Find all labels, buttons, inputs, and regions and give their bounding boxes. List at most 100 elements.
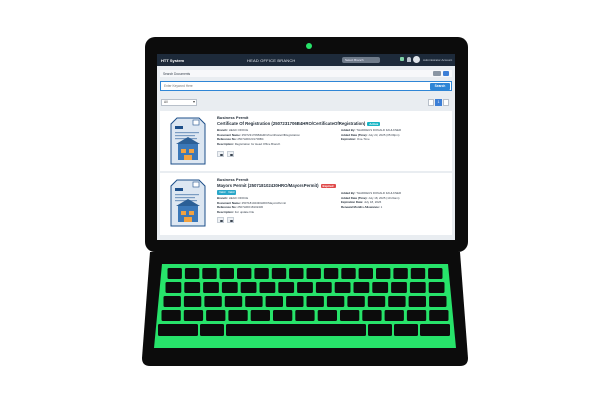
document-meta-left: Branch: HEAD OFFICE Document Name: 25072… <box>217 128 300 146</box>
branch-title: HEAD OFFICE BRANCH <box>247 57 296 63</box>
document-card: Business Permit Certificate Of Registrat… <box>160 111 452 171</box>
keyboard-key <box>306 296 324 307</box>
keyboard-key <box>295 310 315 321</box>
keyboard-key <box>409 282 426 293</box>
meta-row: Description: Registration for Head Offic… <box>217 142 300 147</box>
page-title: Search Documents <box>163 71 191 76</box>
meta-label: Expiration: <box>341 137 357 141</box>
filter-select[interactable]: All ▾ <box>161 99 197 106</box>
keyboard-key <box>367 296 386 307</box>
keyboard-key <box>224 296 243 307</box>
meta-label: Document Name: <box>217 200 241 205</box>
keyboard-key <box>410 268 426 279</box>
document-thumbnail[interactable] <box>165 178 211 230</box>
meta-value: 2507231706B4HRO/CertificateOfRegistratio… <box>241 132 300 137</box>
laptop-keyboard-icon <box>142 252 468 366</box>
app-logo[interactable]: HTT System <box>161 58 184 63</box>
meta-row: Expiration: One-Time <box>341 137 401 142</box>
keyboard-key <box>250 310 270 321</box>
document-category: Business Permit <box>217 177 249 182</box>
keyboard-key <box>240 282 257 293</box>
search-input[interactable] <box>164 84 404 88</box>
avatar[interactable] <box>413 56 420 63</box>
status-badge: Expired <box>320 183 336 189</box>
keyboard-key <box>206 310 226 321</box>
download-icon <box>229 219 233 222</box>
keyboard-key <box>163 296 181 307</box>
document-title[interactable]: Mayors Permit (250718102430HRO/MayorsPer… <box>217 183 336 189</box>
document-title-text: Mayors Permit (250718102430HRO/MayorsPer… <box>217 183 319 188</box>
meta-label: Reference No: <box>217 205 237 209</box>
download-button[interactable] <box>227 217 234 223</box>
keyboard-key <box>237 268 252 279</box>
keyboard-key <box>393 268 408 279</box>
keyboard-key <box>183 310 204 321</box>
keyboard-key <box>406 310 427 321</box>
search-documents-bar: Search Documents <box>160 70 452 77</box>
keyboard-key <box>428 282 445 293</box>
keyboard-key <box>200 324 224 336</box>
keyboard-key <box>353 282 370 293</box>
meta-label: Added Date (Time): <box>341 132 368 137</box>
keyboard-key <box>289 268 304 279</box>
view-button[interactable] <box>217 217 224 223</box>
list-icon[interactable] <box>443 71 449 76</box>
pager-next-button[interactable] <box>443 99 449 106</box>
view-button[interactable] <box>217 151 224 157</box>
keyboard-key <box>317 310 337 321</box>
keyboard-key <box>259 282 276 293</box>
bell-icon[interactable] <box>407 57 411 62</box>
meta-value: THADDEUS DONALD FAULKNER <box>356 128 402 132</box>
document-title[interactable]: Certificate Of Registration (2507231706B… <box>217 121 381 127</box>
keyboard-key <box>228 310 248 321</box>
branch-select[interactable]: Select Branch <box>342 57 380 63</box>
document-thumbnail[interactable] <box>165 116 211 168</box>
meta-label: Branch: <box>217 128 228 132</box>
document-card: Business Permit Mayors Permit (250718102… <box>160 173 452 235</box>
keyboard-key <box>165 282 182 293</box>
keyboard-key <box>341 268 356 279</box>
chevron-down-icon: ▾ <box>192 99 195 104</box>
keyboard-key <box>167 268 182 279</box>
document-meta-left: Branch: HEAD OFFICE Document Name: 25071… <box>217 196 286 214</box>
keyboard-key <box>271 268 287 279</box>
status-badge: Active <box>367 121 381 127</box>
keyboard-key <box>158 324 198 336</box>
meta-value: 2507HRO231706B4 <box>237 137 264 141</box>
keyboard-key <box>204 296 222 307</box>
keyboard-key <box>420 324 450 336</box>
validity-chip: Valid <box>226 190 237 195</box>
pager-current-page[interactable]: 1 <box>435 99 442 106</box>
meta-label: Added By: <box>341 191 356 195</box>
keyboard-key <box>183 296 202 307</box>
meta-label: Description: <box>217 209 234 214</box>
keyboard-key <box>334 282 351 293</box>
grid-icon[interactable] <box>433 71 441 76</box>
keyboard-key <box>394 324 418 336</box>
meta-value: 250718102430HRO/MayorsPermit <box>241 200 286 205</box>
keyboard-key <box>265 296 283 307</box>
keyboard-key <box>358 268 373 279</box>
keyboard-key <box>202 268 217 279</box>
keyboard-key <box>245 296 263 307</box>
user-name[interactable]: Administrator Account <box>423 58 452 62</box>
document-meta-right: Added By: THADDEUS DONALD FAULKNER Added… <box>341 128 401 142</box>
keyboard-key <box>376 268 391 279</box>
keyboard-key <box>388 296 406 307</box>
eye-icon <box>219 153 223 156</box>
keyboard-key <box>254 268 269 279</box>
keyboard-key <box>161 310 181 321</box>
pager-prev-button[interactable] <box>428 99 434 106</box>
keyboard-key <box>408 296 426 307</box>
keyboard-key <box>391 282 407 293</box>
meta-label: Added By: <box>341 128 356 132</box>
meta-value: For update File <box>234 209 255 214</box>
meta-label: Branch: <box>217 196 228 200</box>
keyboard-key <box>184 282 201 293</box>
extension-icon[interactable] <box>400 57 404 61</box>
meta-value: July 18, 2026 <box>363 200 382 204</box>
download-button[interactable] <box>227 151 234 157</box>
search-button[interactable]: Search <box>430 83 450 90</box>
meta-value: HEAD OFFICE <box>228 128 249 132</box>
keyboard-key <box>221 282 238 293</box>
